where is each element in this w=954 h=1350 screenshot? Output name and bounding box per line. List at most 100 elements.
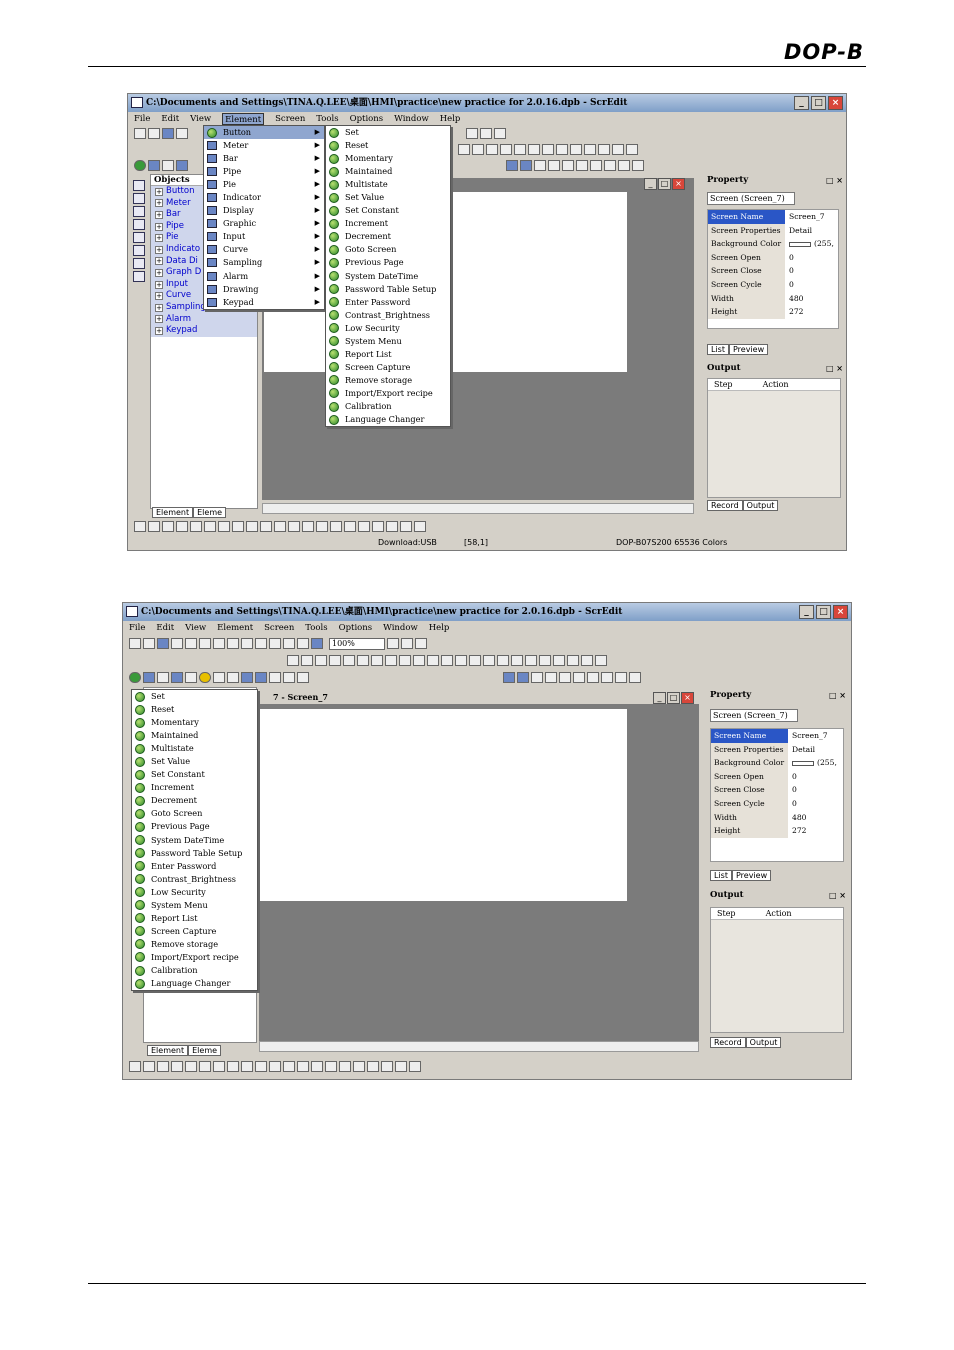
compile-icon[interactable] xyxy=(576,160,588,171)
menu-tools[interactable]: Tools xyxy=(316,113,338,125)
menu-item-pie[interactable]: Pie ▶ xyxy=(204,178,324,191)
graphic-icon[interactable] xyxy=(227,672,239,683)
menu-item-display[interactable]: Display ▶ xyxy=(204,204,324,217)
alarm-icon[interactable] xyxy=(283,672,295,683)
pipe-icon[interactable] xyxy=(171,672,183,683)
menu-item-remove-storage[interactable]: Remove storage xyxy=(326,374,450,387)
align-icon[interactable] xyxy=(542,144,554,155)
arrange-icon[interactable] xyxy=(297,1061,309,1072)
menu-element[interactable]: Element xyxy=(217,622,253,634)
menu-item-calibration[interactable]: Calibration xyxy=(132,964,257,977)
undo-icon[interactable] xyxy=(185,638,197,649)
font-icon[interactable] xyxy=(301,655,313,666)
new-icon[interactable] xyxy=(134,128,146,139)
property-row-screen-properties[interactable]: Screen Properties Detail xyxy=(711,742,843,757)
arrange-icon[interactable] xyxy=(190,521,202,532)
menu-item-screen-capture[interactable]: Screen Capture xyxy=(326,361,450,374)
arrange-icon[interactable] xyxy=(129,1061,141,1072)
font-color-icon[interactable] xyxy=(371,655,383,666)
align-icon[interactable] xyxy=(567,655,579,666)
expand-icon[interactable]: + xyxy=(155,245,163,254)
menu-item-increment[interactable]: Increment xyxy=(132,781,257,794)
minimize-button[interactable]: _ xyxy=(794,96,809,110)
objects-item-keypad[interactable]: + Keypad xyxy=(151,325,257,337)
align-icon[interactable] xyxy=(483,655,495,666)
align-icon[interactable] xyxy=(626,144,638,155)
menu-window[interactable]: Window xyxy=(394,113,429,125)
align-icon[interactable] xyxy=(514,144,526,155)
menu-window[interactable]: Window xyxy=(383,622,418,634)
menu-item-import-export-recipe[interactable]: Import/Export recipe xyxy=(132,951,257,964)
menu-item-low-security[interactable]: Low Security xyxy=(326,322,450,335)
property-selector[interactable]: Screen (Screen_7) xyxy=(707,192,795,205)
arrange-icon[interactable] xyxy=(232,521,244,532)
expand-icon[interactable]: + xyxy=(155,210,163,219)
underline-icon[interactable] xyxy=(413,655,425,666)
import-icon[interactable] xyxy=(171,638,183,649)
property-row-screen-properties[interactable]: Screen Properties Detail xyxy=(708,223,838,238)
property-row-width[interactable]: Width 480 xyxy=(711,810,843,825)
arrange-icon[interactable] xyxy=(143,1061,155,1072)
menu-item-screen-capture[interactable]: Screen Capture xyxy=(132,925,257,938)
menu-item-graphic[interactable]: Graphic ▶ xyxy=(204,217,324,230)
menu-item-indicator[interactable]: Indicator ▶ xyxy=(204,191,324,204)
property-row-screen-close-macro[interactable]: Screen Close Macro 0 xyxy=(711,783,843,808)
menu-item-momentary[interactable]: Momentary xyxy=(326,152,450,165)
close-button[interactable]: × xyxy=(833,605,848,619)
zoom-out-icon[interactable] xyxy=(480,128,492,139)
arc-icon[interactable] xyxy=(133,232,145,243)
menu-screen[interactable]: Screen xyxy=(275,113,305,125)
pie-icon[interactable] xyxy=(185,672,197,683)
input-icon[interactable] xyxy=(241,672,253,683)
cut-icon[interactable] xyxy=(213,638,225,649)
expand-icon[interactable]: + xyxy=(155,292,163,301)
arrange-icon[interactable] xyxy=(330,521,342,532)
align-icon[interactable] xyxy=(570,144,582,155)
menu-item-input[interactable]: Input ▶ xyxy=(204,230,324,243)
meter-icon[interactable] xyxy=(143,672,155,683)
upload-icon[interactable] xyxy=(559,672,571,683)
screen-1-icon[interactable] xyxy=(520,160,532,171)
align-icon[interactable] xyxy=(539,655,551,666)
expand-icon[interactable]: + xyxy=(155,315,163,324)
horizontal-scrollbar[interactable] xyxy=(259,1041,699,1052)
menu-item-set-value[interactable]: Set Value xyxy=(132,755,257,768)
zoom-fit-icon[interactable] xyxy=(494,128,506,139)
menu-item-report-list[interactable]: Report List xyxy=(132,912,257,925)
arrange-icon[interactable] xyxy=(386,521,398,532)
expand-icon[interactable]: + xyxy=(155,303,163,312)
open-icon[interactable] xyxy=(143,638,155,649)
align-icon[interactable] xyxy=(528,144,540,155)
arrange-icon[interactable] xyxy=(148,521,160,532)
property-row-width[interactable]: Width 480 xyxy=(708,291,838,306)
align-icon[interactable] xyxy=(500,144,512,155)
property-row-screen-cycle-macro[interactable]: Screen Cycle Macro 0 xyxy=(711,796,843,822)
menu-item-language-changer[interactable]: Language Changer xyxy=(326,413,450,426)
child-minimize-button[interactable]: _ xyxy=(653,692,666,704)
menu-item-enter-password[interactable]: Enter Password xyxy=(132,860,257,873)
zoom-fit-icon[interactable] xyxy=(415,638,427,649)
tool-icon[interactable] xyxy=(601,672,613,683)
arrange-icon[interactable] xyxy=(395,1061,407,1072)
copy-icon[interactable] xyxy=(227,638,239,649)
expand-icon[interactable]: + xyxy=(155,326,163,335)
menu-item-multistate[interactable]: Multistate xyxy=(326,178,450,191)
tool-icon[interactable] xyxy=(604,160,616,171)
menu-item-maintained[interactable]: Maintained xyxy=(132,729,257,742)
menu-item-set[interactable]: Set xyxy=(326,126,450,139)
menu-help[interactable]: Help xyxy=(440,113,461,125)
tool-icon[interactable] xyxy=(618,160,630,171)
menu-item-maintained[interactable]: Maintained xyxy=(326,165,450,178)
arrange-icon[interactable] xyxy=(344,521,356,532)
align-icon[interactable] xyxy=(556,144,568,155)
expand-icon[interactable]: + xyxy=(155,257,163,266)
align-icon[interactable] xyxy=(525,655,537,666)
expand-icon[interactable]: + xyxy=(155,222,163,231)
font-icon[interactable] xyxy=(343,655,355,666)
arrange-icon[interactable] xyxy=(311,1061,323,1072)
child-close-button[interactable]: × xyxy=(672,178,685,190)
arrange-icon[interactable] xyxy=(367,1061,379,1072)
menu-view[interactable]: View xyxy=(185,622,206,634)
tab-element[interactable]: Element xyxy=(152,507,194,518)
menu-item-goto-screen[interactable]: Goto Screen xyxy=(132,807,257,820)
